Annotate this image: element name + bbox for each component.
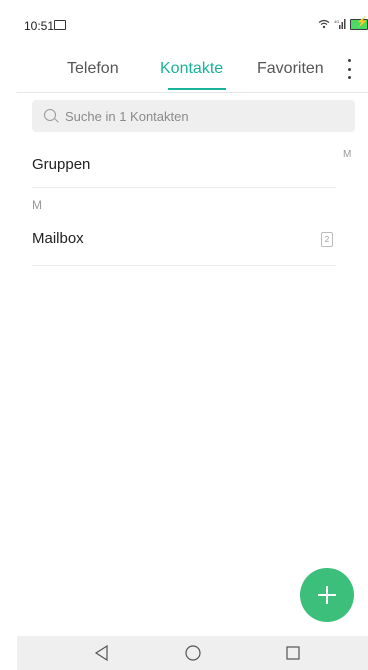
svg-text:4G: 4G [334,19,339,24]
app-frame: 10:51 4G ⚡ Telefon Kontakte Favoriten Su… [17,0,368,670]
status-icons: 4G ⚡ [318,17,368,30]
gallery-notification-icon [54,20,66,30]
search-icon [44,109,56,121]
tab-favoriten[interactable]: Favoriten [257,60,324,78]
tab-kontakte[interactable]: Kontakte [160,60,223,78]
contact-name: Mailbox [32,230,84,247]
back-icon[interactable] [92,643,112,663]
more-options-icon[interactable] [345,59,353,79]
status-bar: 10:51 4G ⚡ [17,0,368,40]
navigation-bar [17,636,368,670]
sim-card-icon: 2 [321,232,333,247]
active-tab-indicator [168,88,226,90]
index-letter-m[interactable]: M [343,149,351,160]
add-contact-button[interactable] [300,568,354,622]
wifi-icon [318,19,330,29]
battery-charging-icon: ⚡ [350,17,368,30]
signal-icon: 4G [334,19,346,29]
status-time: 10:51 [24,19,55,33]
tab-telefon[interactable]: Telefon [67,60,119,78]
home-icon[interactable] [183,643,203,663]
groups-label: Gruppen [32,156,91,173]
list-item-contact[interactable]: Mailbox [32,230,336,260]
tab-bar: Telefon Kontakte Favoriten [17,46,368,93]
divider [32,265,336,266]
section-header: M [32,198,42,212]
list-item-groups[interactable]: Gruppen [32,156,336,186]
divider [32,187,336,188]
recent-apps-icon[interactable] [283,643,303,663]
search-input[interactable]: Suche in 1 Kontakten [32,100,355,132]
search-placeholder: Suche in 1 Kontakten [65,109,189,124]
